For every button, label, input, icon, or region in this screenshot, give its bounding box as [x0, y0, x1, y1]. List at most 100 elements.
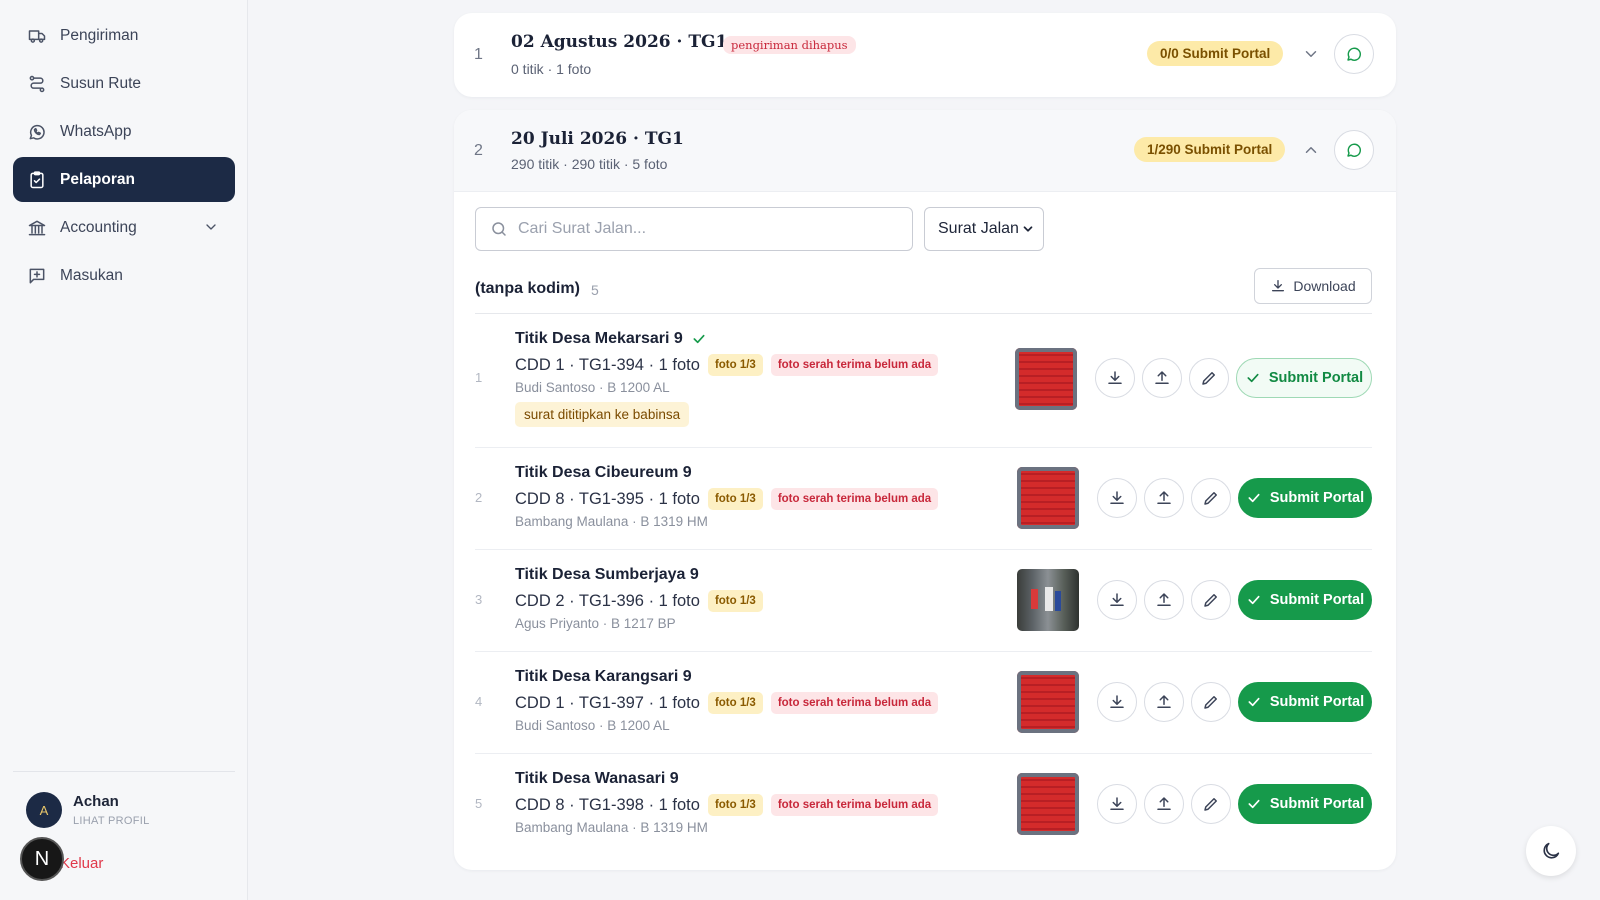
avatar[interactable]: A: [26, 792, 62, 828]
row-title: Titik Desa Cibeureum 9: [515, 464, 692, 482]
upload-photo-button[interactable]: [1142, 358, 1182, 398]
submit-portal-button[interactable]: Submit Portal: [1238, 478, 1372, 518]
photo-thumbnail[interactable]: [1017, 467, 1079, 529]
route-icon: [27, 74, 47, 94]
edit-button[interactable]: [1191, 580, 1231, 620]
check-icon: [1246, 592, 1262, 608]
search-field[interactable]: [475, 207, 913, 251]
shipment-header[interactable]: 2 20 Juli 2026 · TG1 290 titik · 290 tit…: [454, 110, 1396, 192]
deleted-status-pill: pengiriman dihapus: [723, 36, 856, 54]
upload-icon: [1155, 591, 1173, 609]
download-photo-button[interactable]: [1097, 580, 1137, 620]
row-title: Titik Desa Sumberjaya 9: [515, 566, 699, 584]
upload-icon: [1155, 489, 1173, 507]
download-label: Download: [1293, 278, 1356, 294]
pencil-icon: [1202, 489, 1220, 507]
upload-photo-button[interactable]: [1144, 478, 1184, 518]
pencil-icon: [1202, 693, 1220, 711]
photo-count-tag: foto 1/3: [707, 692, 763, 714]
submit-portal-button[interactable]: Submit Portal: [1238, 682, 1372, 722]
document-type-select[interactable]: Surat Jalan: [924, 207, 1044, 251]
submit-label: Submit Portal: [1269, 592, 1365, 608]
row-detail-line: CDD 8 · TG1-395 · 1 foto foto 1/3 foto s…: [515, 488, 939, 510]
edit-button[interactable]: [1189, 358, 1229, 398]
submit-label: Submit Portal: [1269, 796, 1365, 812]
search-input[interactable]: [518, 220, 898, 238]
submit-portal-button[interactable]: Submit Portal: [1238, 580, 1372, 620]
row-detail-line: CDD 1 · TG1-397 · 1 foto foto 1/3 foto s…: [515, 692, 939, 714]
submit-portal-button[interactable]: Submit Portal: [1236, 358, 1372, 398]
photo-count-tag: foto 1/3: [707, 488, 763, 510]
photo-thumbnail[interactable]: [1017, 671, 1079, 733]
photo-figure: [1031, 589, 1038, 609]
sidebar-item-pengiriman[interactable]: Pengiriman: [13, 13, 235, 58]
download-icon: [1106, 369, 1124, 387]
row-driver: Bambang Maulana · B 1319 HM: [515, 514, 708, 529]
group-count: 5: [591, 282, 599, 298]
chat-button[interactable]: [1334, 130, 1374, 170]
row-driver: Budi Santoso · B 1200 AL: [515, 380, 670, 395]
row-title-text: Titik Desa Wanasari 9: [515, 770, 679, 787]
sidebar-item-whatsapp[interactable]: WhatsApp: [13, 109, 235, 154]
sidebar-item-accounting[interactable]: Accounting: [13, 205, 235, 250]
framework-badge[interactable]: N: [20, 837, 64, 881]
chevron-down-icon[interactable]: [1301, 44, 1321, 64]
upload-photo-button[interactable]: [1144, 682, 1184, 722]
sidebar: Pengiriman Susun Rute WhatsApp Pelaporan…: [0, 0, 248, 900]
edit-button[interactable]: [1191, 478, 1231, 518]
shipment-subtitle: 290 titik · 290 titik · 5 foto: [511, 156, 668, 172]
edit-button[interactable]: [1191, 682, 1231, 722]
logout-button[interactable]: Keluar: [60, 855, 103, 872]
download-button[interactable]: Download: [1254, 268, 1372, 304]
sidebar-item-pelaporan[interactable]: Pelaporan: [13, 157, 235, 202]
check-icon: [1246, 490, 1262, 506]
row-title-text: Titik Desa Sumberjaya 9: [515, 566, 699, 583]
download-photo-button[interactable]: [1097, 478, 1137, 518]
table-row: 5 Titik Desa Wanasari 9 CDD 8 · TG1-398 …: [475, 755, 1372, 856]
row-code: CDD 8 · TG1-395 · 1 foto: [515, 489, 700, 508]
row-driver: Budi Santoso · B 1200 AL: [515, 718, 670, 733]
download-photo-button[interactable]: [1095, 358, 1135, 398]
chat-bubble-icon: [1345, 141, 1363, 159]
sidebar-divider: [13, 771, 235, 772]
photo-count-tag: foto 1/3: [707, 794, 763, 816]
chevron-up-icon[interactable]: [1301, 140, 1321, 160]
bank-icon: [27, 218, 47, 238]
pencil-icon: [1202, 795, 1220, 813]
download-photo-button[interactable]: [1097, 682, 1137, 722]
chevron-down-icon: [1021, 222, 1035, 236]
truck-icon: [27, 26, 47, 46]
sidebar-item-susun-rute[interactable]: Susun Rute: [13, 61, 235, 106]
submit-portal-badge: 0/0 Submit Portal: [1147, 41, 1284, 66]
photo-thumbnail[interactable]: [1017, 569, 1079, 631]
photo-thumbnail[interactable]: [1017, 773, 1079, 835]
download-photo-button[interactable]: [1097, 784, 1137, 824]
upload-photo-button[interactable]: [1144, 784, 1184, 824]
handover-missing-tag: foto serah terima belum ada: [770, 354, 939, 376]
row-code: CDD 8 · TG1-398 · 1 foto: [515, 795, 700, 814]
handover-missing-tag: foto serah terima belum ada: [770, 488, 939, 510]
theme-toggle-button[interactable]: [1526, 826, 1576, 876]
profile-link[interactable]: LIHAT PROFIL: [73, 815, 150, 827]
shipment-subtitle: 0 titik · 1 foto: [511, 61, 592, 77]
row-detail-line: CDD 2 · TG1-396 · 1 foto foto 1/3: [515, 590, 763, 612]
upload-photo-button[interactable]: [1144, 580, 1184, 620]
submit-portal-button[interactable]: Submit Portal: [1238, 784, 1372, 824]
check-icon: [1246, 694, 1262, 710]
chat-button[interactable]: [1334, 34, 1374, 74]
submit-label: Submit Portal: [1269, 490, 1365, 506]
check-icon: [1245, 370, 1261, 386]
row-index: 3: [475, 592, 483, 607]
edit-button[interactable]: [1191, 784, 1231, 824]
upload-icon: [1153, 369, 1171, 387]
photo-count-tag: foto 1/3: [707, 354, 763, 376]
row-title-text: Titik Desa Cibeureum 9: [515, 464, 692, 481]
photo-figure: [1055, 591, 1061, 611]
sidebar-item-label: Susun Rute: [60, 74, 141, 92]
row-driver: Bambang Maulana · B 1319 HM: [515, 820, 708, 835]
moon-icon: [1540, 840, 1562, 862]
sidebar-item-masukan[interactable]: Masukan: [13, 253, 235, 298]
download-icon: [1108, 795, 1126, 813]
row-index: 1: [475, 370, 483, 385]
photo-thumbnail[interactable]: [1015, 348, 1077, 410]
